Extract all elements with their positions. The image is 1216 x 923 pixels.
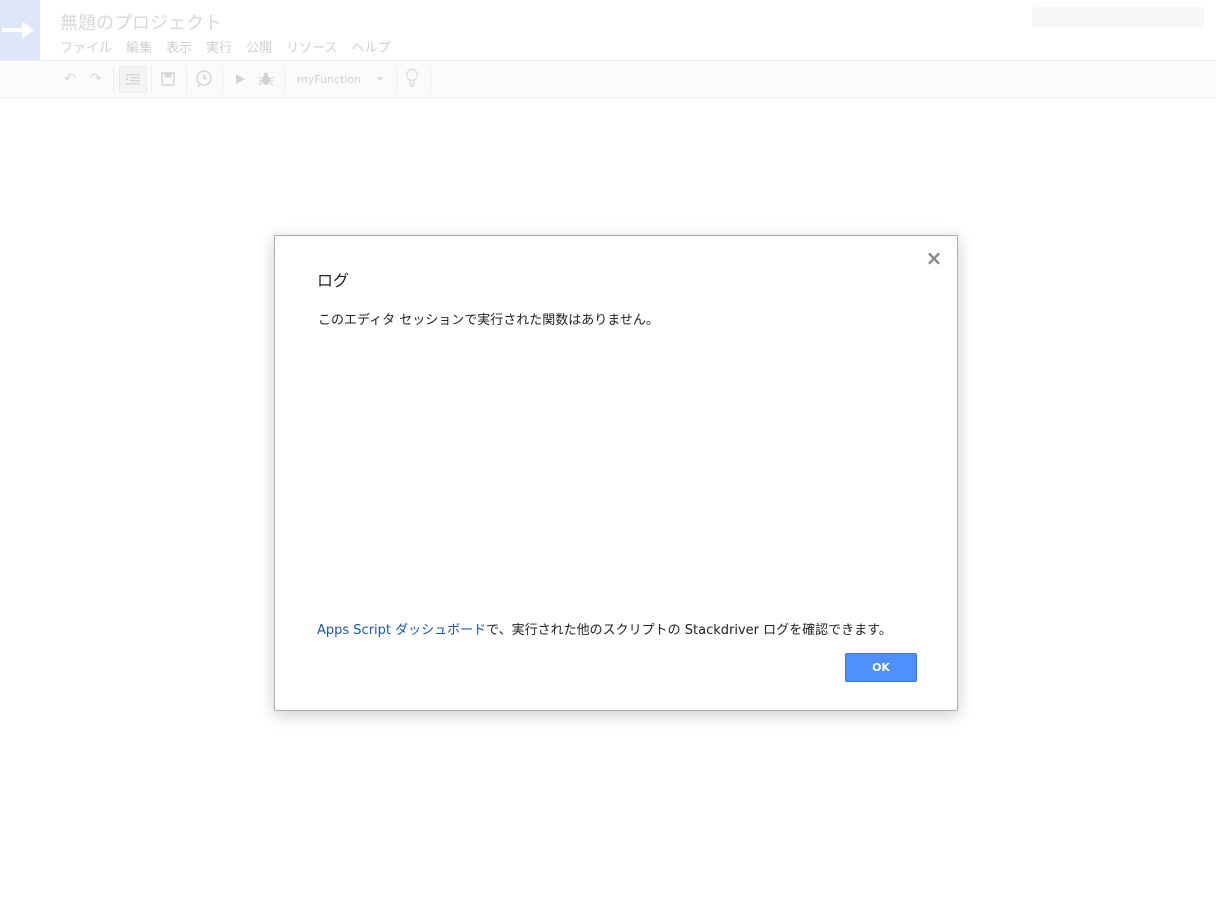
indent-button[interactable] <box>119 66 147 93</box>
menu-resources[interactable]: リソース <box>286 37 337 56</box>
triggers-button[interactable] <box>193 61 215 97</box>
dialog-message: このエディタ セッションで実行された関数はありません。 <box>318 313 659 328</box>
toolbar-divider <box>396 65 397 93</box>
redo-button[interactable]: ↷ <box>86 61 106 97</box>
toolbar-divider <box>430 65 431 93</box>
run-button[interactable] <box>230 61 250 97</box>
debug-button[interactable] <box>256 61 276 97</box>
close-icon[interactable]: × <box>925 248 943 268</box>
menu-edit[interactable]: 編集 <box>126 37 152 56</box>
apps-script-logo[interactable] <box>0 0 40 60</box>
toolbar-divider <box>113 65 114 93</box>
menu-view[interactable]: 表示 <box>166 37 192 56</box>
ok-button[interactable]: OK <box>845 653 917 682</box>
bug-icon <box>258 72 274 86</box>
function-select-value: myFunction <box>297 72 362 86</box>
save-icon <box>161 72 175 86</box>
lightbulb-icon <box>405 68 419 87</box>
menu-file[interactable]: ファイル <box>60 37 112 56</box>
apps-script-editor: 無題のプロジェクト ファイル 編集 表示 実行 公開 リソース ヘルプ ↶ ↷ <box>0 0 1216 923</box>
toolbar-divider <box>284 65 285 93</box>
user-account-area[interactable] <box>1032 7 1204 27</box>
menu-run[interactable]: 実行 <box>206 37 232 56</box>
redo-icon: ↷ <box>90 71 102 87</box>
toolbar-divider <box>186 65 187 93</box>
indent-icon <box>126 74 140 85</box>
chevron-down-icon <box>377 77 383 81</box>
undo-button[interactable]: ↶ <box>60 61 80 97</box>
function-select[interactable]: myFunction <box>291 69 391 89</box>
menubar: ファイル 編集 表示 実行 公開 リソース ヘルプ <box>60 37 404 56</box>
play-icon <box>236 74 245 84</box>
project-title[interactable]: 無題のプロジェクト <box>60 9 222 35</box>
clock-icon <box>196 70 212 88</box>
toolbar-divider <box>151 65 152 93</box>
log-dialog: ログ × このエディタ セッションで実行された関数はありません。 Apps Sc… <box>274 235 958 711</box>
toolbar: ↶ ↷ myFunction <box>0 60 1216 98</box>
dialog-title: ログ <box>317 271 350 290</box>
dialog-footer: Apps Script ダッシュボードで、実行された他のスクリプトの Stack… <box>317 619 892 638</box>
undo-icon: ↶ <box>64 71 76 87</box>
menu-publish[interactable]: 公開 <box>246 37 272 56</box>
execution-transcript-button[interactable] <box>402 61 422 97</box>
menu-help[interactable]: ヘルプ <box>351 37 390 56</box>
toolbar-divider <box>222 65 223 93</box>
apps-script-dashboard-link[interactable]: Apps Script ダッシュボード <box>317 623 486 638</box>
save-button[interactable] <box>157 61 179 97</box>
dialog-footer-text: で、実行された他のスクリプトの Stackdriver ログを確認できます。 <box>486 623 892 638</box>
header: 無題のプロジェクト ファイル 編集 表示 実行 公開 リソース ヘルプ <box>0 0 1216 60</box>
arrow-right-icon <box>2 21 34 39</box>
